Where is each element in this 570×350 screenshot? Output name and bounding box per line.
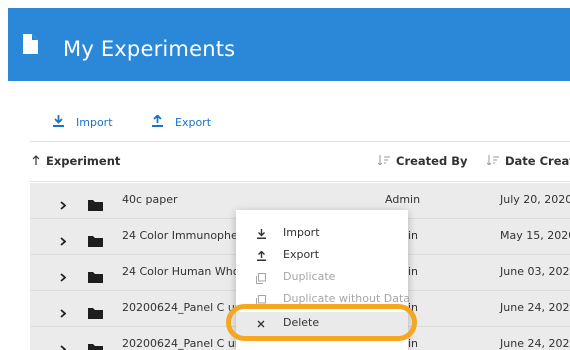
column-date-created[interactable]: Date Create [486,154,570,168]
copy-icon [254,293,268,307]
download-icon [53,114,64,130]
experiment-name: 24 Color Human Whole [122,265,250,278]
copy-icon [254,271,268,285]
export-label: Export [175,115,212,129]
column-label: Created By [396,154,468,168]
created-by: in [408,337,419,350]
menu-item-duplicate[interactable]: Duplicate [236,266,408,290]
chevron-right-icon[interactable] [60,339,67,350]
date-created: July 20, 2020 [500,193,570,206]
table-header: Experiment Created By Date Create [30,141,570,182]
page-title: My Experiments [63,37,236,61]
export-button[interactable]: Export [152,112,211,132]
folder-icon [88,268,103,287]
menu-item-import[interactable]: Import [236,222,408,246]
date-created: June 24, 2020 [500,337,570,350]
created-by: Admin [385,193,421,206]
menu-item-delete[interactable]: Delete [236,312,408,336]
created-by: in [408,265,419,278]
experiment-name: 20200624_Panel C unr [122,301,247,314]
experiment-name: 20200624_Panel C unr [122,337,247,350]
import-label: Import [76,115,113,129]
chevron-right-icon[interactable] [60,267,67,286]
experiment-name: 40c paper [122,193,178,206]
chevron-right-icon[interactable] [60,195,67,214]
menu-item-label: Export [283,248,320,261]
column-created-by[interactable]: Created By [377,154,468,168]
upload-icon [254,249,268,263]
column-label: Date Create [505,154,570,168]
menu-item-label: Duplicate [283,270,336,283]
folder-icon [88,196,103,215]
upload-icon [152,113,163,130]
chevron-right-icon[interactable] [60,303,67,322]
app-header: My Experiments [8,8,570,81]
chevron-right-icon[interactable] [60,231,67,250]
column-label: Experiment [46,154,121,168]
download-icon [254,227,268,241]
folder-icon [88,340,103,350]
menu-item-label: Delete [283,316,320,329]
column-experiment[interactable]: Experiment [32,154,120,168]
folder-icon [88,232,103,251]
file-icon [22,34,38,58]
sort-icon [486,154,499,168]
menu-item-duplicate-without-data[interactable]: Duplicate without Data [236,288,411,312]
date-created: June 24, 2020 [500,301,570,314]
close-icon [254,317,268,331]
menu-item-label: Import [283,226,320,239]
folder-icon [88,304,103,323]
experiment-name: 24 Color Immunophen [122,229,245,242]
sort-ascending-icon [32,154,40,168]
sort-icon [377,154,390,168]
import-button[interactable]: Import [53,112,113,132]
context-menu: Import Export Duplicate Duplicate withou… [236,210,411,350]
menu-item-label: Duplicate without Data [283,292,411,305]
date-created: June 03, 2020 [500,265,570,278]
menu-item-export[interactable]: Export [236,244,408,268]
created-by: in [408,229,419,242]
date-created: May 15, 2020 [500,229,570,242]
